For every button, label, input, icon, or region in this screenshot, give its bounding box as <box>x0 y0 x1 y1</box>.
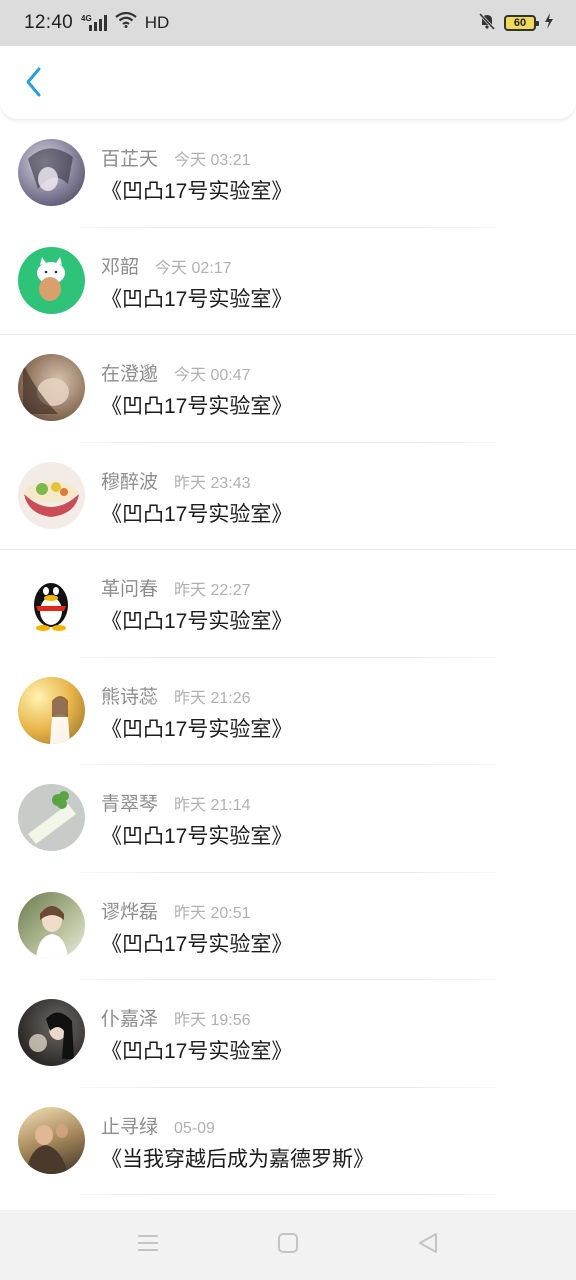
sender-name: 在澄邈 <box>101 364 159 385</box>
avatar <box>18 246 85 314</box>
list-item[interactable]: 仆嘉泽 昨天 19:56 《凹凸17号实验室》 <box>0 980 576 1088</box>
home-button[interactable] <box>273 1230 303 1260</box>
back-triangle-icon <box>417 1232 439 1259</box>
book-title: 《凹凸17号实验室》 <box>101 502 293 526</box>
status-time: 12:40 <box>24 12 74 33</box>
sender-name: 仆嘉泽 <box>101 1009 159 1030</box>
list-item[interactable]: 革问春 昨天 22:27 《凹凸17号实验室》 <box>0 550 576 658</box>
list-item[interactable]: 在澄邈 今天 00:47 《凹凸17号实验室》 <box>0 335 576 443</box>
sender-name: 百芷天 <box>101 149 159 170</box>
avatar <box>18 891 85 959</box>
battery-icon: 60 <box>504 15 539 31</box>
book-title: 《凹凸17号实验室》 <box>101 825 293 848</box>
header <box>0 46 576 120</box>
battery-level: 60 <box>513 17 527 29</box>
hd-label: HD <box>144 13 170 32</box>
mute-icon <box>478 12 496 35</box>
sender-name: 熊诗蕊 <box>101 686 159 708</box>
avatar <box>18 676 85 744</box>
message-time: 昨天 23:43 <box>174 474 251 492</box>
message-time: 昨天 21:26 <box>174 689 251 707</box>
book-title: 《当我穿越后成为嘉德罗斯》 <box>101 1147 374 1171</box>
divider <box>80 1194 496 1195</box>
status-right: 60 <box>478 12 554 35</box>
list-item[interactable]: 穆醉波 昨天 23:43 《凹凸17号实验室》 <box>0 443 576 550</box>
avatar <box>18 569 85 636</box>
sender-name: 革问春 <box>101 579 159 600</box>
message-time: 昨天 21:14 <box>174 797 251 814</box>
list-item[interactable]: 青翠琴 昨天 21:14 《凹凸17号实验室》 <box>0 765 576 873</box>
book-title: 《凹凸17号实验室》 <box>101 932 293 956</box>
list-item[interactable]: 止寻绿 05-09 《当我穿越后成为嘉德罗斯》 <box>0 1088 576 1195</box>
book-title: 《凹凸17号实验室》 <box>101 180 293 203</box>
message-time: 今天 03:21 <box>174 152 251 169</box>
book-title: 《凹凸17号实验室》 <box>101 395 293 418</box>
book-title: 《凹凸17号实验室》 <box>101 610 293 633</box>
navigation-bar <box>0 1210 576 1280</box>
sender-name: 谬烨磊 <box>101 901 159 923</box>
sender-name: 穆醉波 <box>101 471 159 493</box>
book-title: 《凹凸17号实验室》 <box>101 1040 293 1063</box>
menu-icon <box>137 1234 159 1257</box>
book-title: 《凹凸17号实验室》 <box>101 717 293 741</box>
list-item[interactable]: 邓韶 今天 02:17 《凹凸17号实验室》 <box>0 228 576 335</box>
back-nav-button[interactable] <box>413 1230 443 1260</box>
list-item[interactable]: 百芷天 今天 03:21 《凹凸17号实验室》 <box>0 120 576 228</box>
list-item[interactable]: 熊诗蕊 昨天 21:26 《凹凸17号实验室》 <box>0 658 576 765</box>
avatar <box>18 354 85 421</box>
message-time: 昨天 20:51 <box>174 904 251 922</box>
sender-name: 止寻绿 <box>101 1116 159 1138</box>
sender-name: 青翠琴 <box>101 794 159 815</box>
message-time: 今天 00:47 <box>174 367 251 384</box>
book-title: 《凹凸17号实验室》 <box>101 287 293 311</box>
avatar <box>18 999 85 1066</box>
charging-icon <box>544 12 554 34</box>
message-time: 05-09 <box>174 1119 215 1137</box>
home-icon <box>277 1232 299 1259</box>
wifi-icon <box>115 11 137 34</box>
list-item[interactable]: 谬烨磊 昨天 20:51 《凹凸17号实验室》 <box>0 873 576 980</box>
back-button[interactable] <box>14 62 54 106</box>
message-list: 百芷天 今天 03:21 《凹凸17号实验室》 邓韶 今天 02:17 《凹凸1… <box>0 120 576 1195</box>
status-bar: 12:40 4G HD 60 <box>0 0 576 46</box>
message-time: 昨天 22:27 <box>174 582 251 599</box>
menu-button[interactable] <box>133 1230 163 1260</box>
status-left: 12:40 4G HD <box>24 11 170 34</box>
message-time: 昨天 19:56 <box>174 1012 251 1029</box>
avatar <box>18 461 85 529</box>
signal-icon: 4G <box>81 15 107 31</box>
chevron-left-icon <box>24 66 44 103</box>
avatar <box>18 784 85 851</box>
sender-name: 邓韶 <box>101 256 140 278</box>
avatar <box>18 1106 85 1174</box>
avatar <box>18 139 85 206</box>
message-time: 今天 02:17 <box>155 259 232 277</box>
